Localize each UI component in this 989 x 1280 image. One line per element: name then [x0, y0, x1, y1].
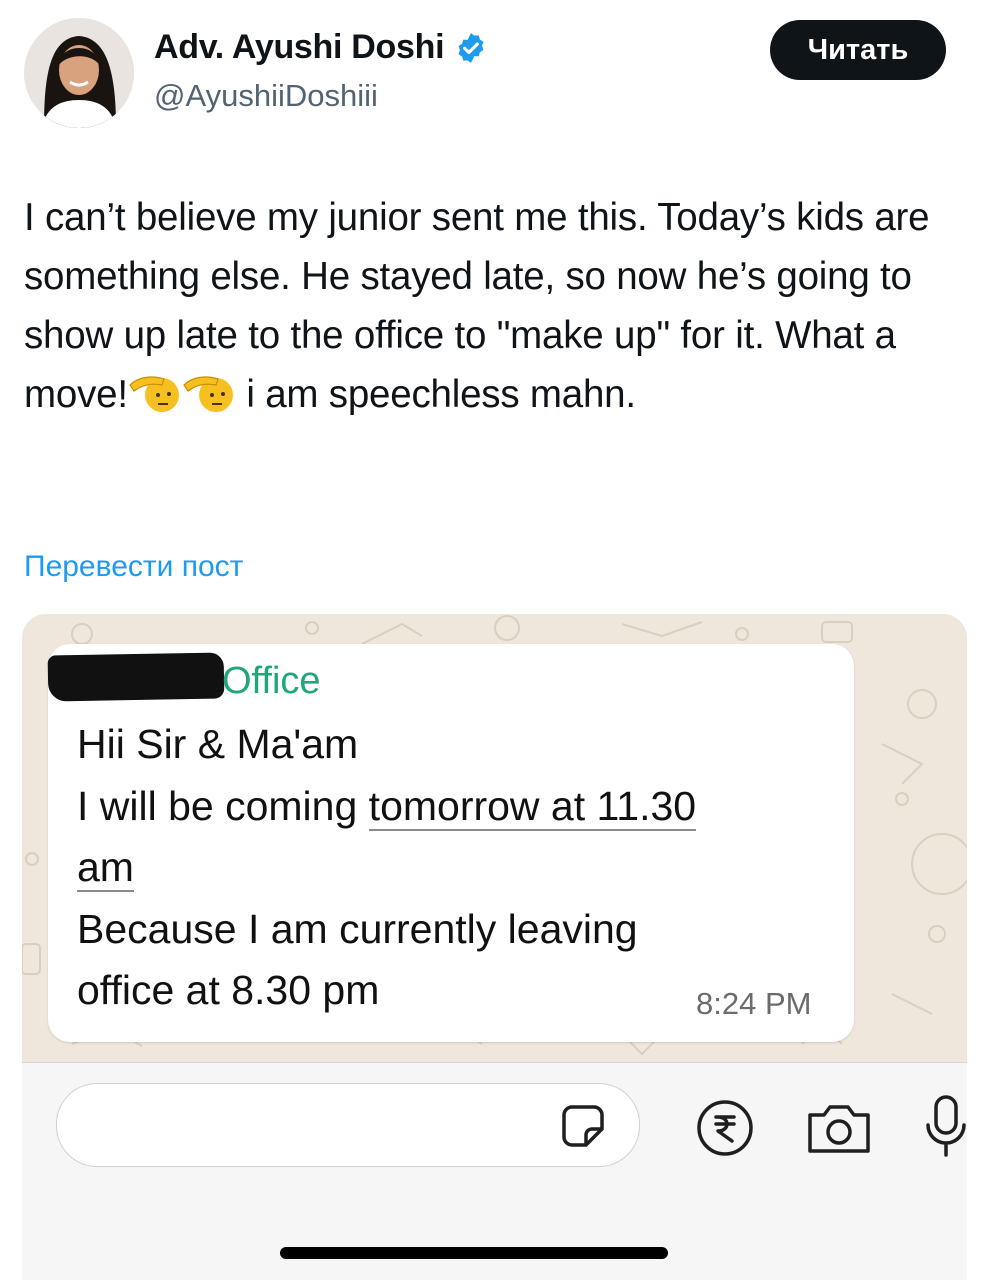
message-time: 8:24 PM: [696, 986, 812, 1021]
date-link[interactable]: tomorrow at 11.30: [368, 782, 697, 831]
verified-badge-icon: [458, 32, 484, 63]
message-line: Hii Sir & Ma'am: [77, 721, 359, 767]
author-handle[interactable]: @AyushiiDoshiii: [154, 78, 378, 114]
follow-button[interactable]: Читать: [770, 20, 946, 80]
post-image[interactable]: Office Hii Sir & Ma'am I will be coming …: [22, 614, 967, 1280]
message-line: Because I am currently leaving: [77, 905, 638, 952]
saluting-face-emoji-icon: [183, 376, 233, 412]
microphone-icon[interactable]: [926, 1093, 967, 1163]
home-indicator[interactable]: [280, 1247, 668, 1259]
sticker-icon[interactable]: [560, 1103, 606, 1149]
rupee-icon[interactable]: [696, 1099, 754, 1157]
camera-icon[interactable]: [804, 1101, 874, 1157]
translate-post-link[interactable]: Перевести пост: [24, 550, 243, 584]
message-line: I will be coming tomorrow at 11.30: [77, 782, 697, 831]
author-avatar[interactable]: [24, 18, 134, 128]
post-text-tail: i am speechless mahn.: [235, 373, 636, 416]
author-name[interactable]: Adv. Ayushi Doshi: [154, 28, 488, 67]
author-name-text[interactable]: Adv. Ayushi Doshi: [154, 28, 445, 67]
date-link[interactable]: am: [77, 844, 134, 892]
redacted-name-mark: [47, 652, 225, 702]
saluting-face-emoji-icon: [129, 376, 179, 412]
message-line: am: [77, 837, 817, 899]
message-sender: Office: [222, 660, 321, 702]
post-text: I can’t believe my junior sent me this. …: [24, 188, 954, 424]
message-text: Hii Sir & Ma'am I will be coming tomorro…: [77, 714, 817, 1022]
message-input[interactable]: [56, 1083, 640, 1167]
message-composer: [22, 1062, 967, 1280]
